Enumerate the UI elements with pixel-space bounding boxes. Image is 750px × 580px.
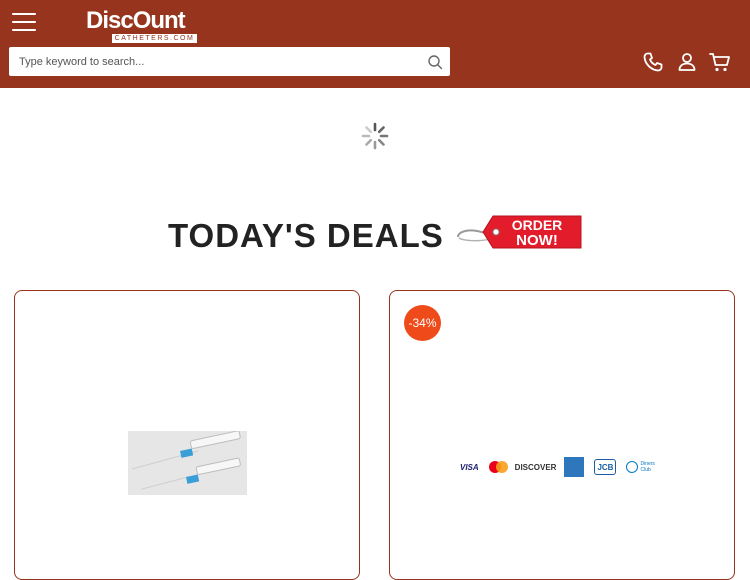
site-header: DiscOunt CATHETERS.COM	[0, 0, 750, 88]
search-input[interactable]	[9, 47, 409, 76]
product-image-catheters[interactable]	[128, 430, 247, 495]
tag-line-1: ORDER	[512, 217, 563, 233]
amex-logo	[564, 457, 585, 477]
user-icon[interactable]	[675, 50, 699, 74]
product-card[interactable]	[14, 290, 360, 580]
todays-deals-section: TODAY'S DEALS ORDER NOW!	[0, 210, 750, 260]
payment-methods: VISA DISCOVER JCB Diners Club	[460, 456, 670, 478]
logo-main-text: DiscOunt	[86, 7, 186, 34]
visa-logo: VISA	[460, 462, 479, 472]
jcb-logo: JCB	[594, 459, 617, 475]
product-card[interactable]: -34% VISA DISCOVER JCB Diners Club	[389, 290, 735, 580]
site-logo[interactable]: DiscOunt CATHETERS.COM	[86, 8, 201, 44]
phone-icon[interactable]	[641, 50, 665, 74]
tag-line-2: NOW!	[516, 232, 558, 249]
cart-icon[interactable]	[708, 50, 732, 74]
order-now-tag-icon[interactable]: ORDER NOW!	[455, 212, 585, 252]
logo-sub-text: CATHETERS.COM	[112, 34, 197, 43]
mastercard-logo	[487, 460, 509, 474]
discover-logo: DISCOVER	[514, 462, 557, 472]
discount-badge: -34%	[404, 305, 441, 341]
hamburger-menu-icon[interactable]	[12, 12, 36, 32]
diners-club-logo: Diners Club	[626, 461, 666, 473]
search-icon[interactable]	[427, 54, 443, 70]
loading-spinner-icon	[361, 122, 389, 150]
search-bar	[9, 47, 450, 76]
catheter-illustration	[128, 430, 247, 495]
section-title: TODAY'S DEALS	[168, 217, 444, 254]
